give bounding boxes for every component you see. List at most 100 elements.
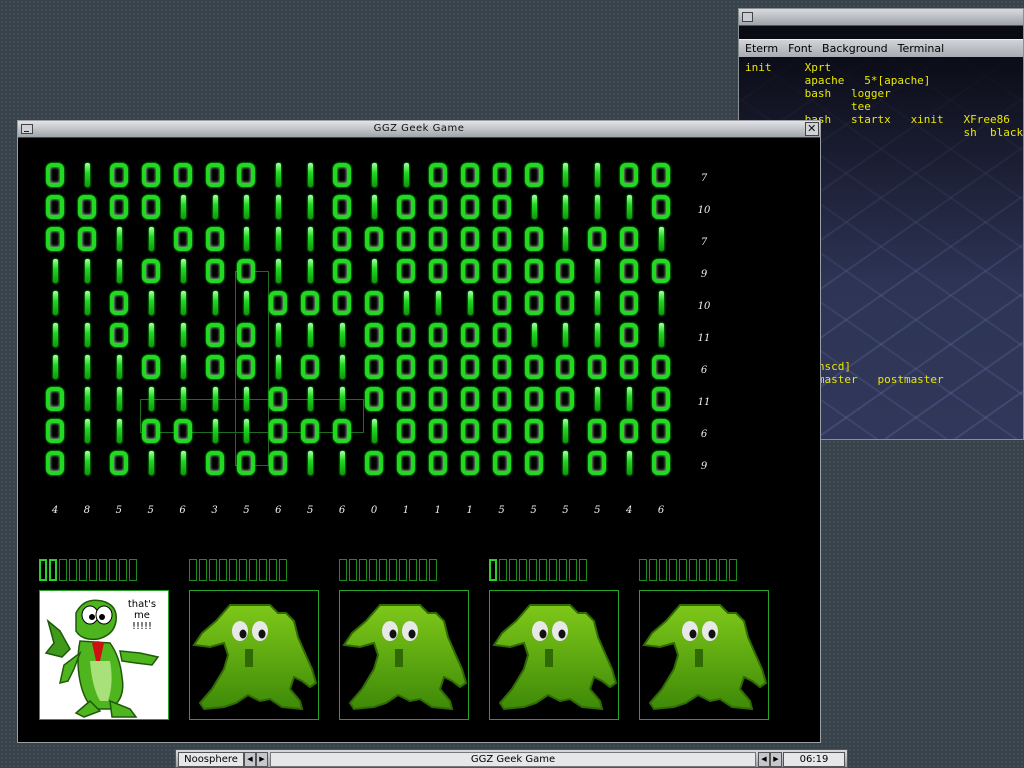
bit-one-cell[interactable] — [308, 163, 314, 187]
bit-zero-cell[interactable] — [396, 195, 415, 219]
bit-one-cell[interactable] — [372, 163, 377, 187]
bit-one-cell[interactable] — [116, 387, 122, 411]
bit-one-cell[interactable] — [563, 419, 569, 443]
bit-one-cell[interactable] — [595, 259, 601, 283]
bit-one-cell[interactable] — [595, 291, 601, 315]
bit-zero-cell[interactable] — [205, 355, 224, 379]
bit-zero-cell[interactable] — [524, 163, 543, 187]
bit-one-cell[interactable] — [148, 387, 154, 411]
bit-zero-cell[interactable] — [524, 387, 543, 411]
bit-one-cell[interactable] — [340, 323, 346, 347]
bit-one-cell[interactable] — [595, 163, 601, 187]
bit-zero-cell[interactable] — [556, 387, 575, 411]
bit-zero-cell[interactable] — [365, 355, 383, 379]
bit-one-cell[interactable] — [563, 195, 569, 219]
bit-one-cell[interactable] — [340, 355, 346, 379]
bit-one-cell[interactable] — [84, 387, 90, 411]
bit-one-cell[interactable] — [84, 419, 90, 443]
menu-font[interactable]: Font — [782, 40, 816, 55]
bit-zero-cell[interactable] — [460, 259, 479, 283]
bit-zero-cell[interactable] — [460, 163, 479, 187]
bit-zero-cell[interactable] — [460, 451, 479, 475]
terminal-window-icon[interactable] — [742, 12, 753, 22]
bit-zero-cell[interactable] — [333, 163, 352, 187]
bit-zero-cell[interactable] — [109, 195, 128, 219]
bit-zero-cell[interactable] — [333, 291, 352, 315]
player-slot[interactable]: that's me!!!!! — [39, 590, 169, 720]
bit-zero-cell[interactable] — [333, 195, 352, 219]
bit-zero-cell[interactable] — [492, 419, 511, 443]
bit-zero-cell[interactable] — [269, 451, 288, 475]
bit-one-cell[interactable] — [595, 195, 601, 219]
bit-one-cell[interactable] — [659, 291, 665, 315]
bit-zero-cell[interactable] — [141, 259, 160, 283]
bit-zero-cell[interactable] — [396, 419, 415, 443]
bit-one-cell[interactable] — [340, 387, 346, 411]
bit-zero-cell[interactable] — [460, 419, 479, 443]
bit-zero-cell[interactable] — [492, 195, 511, 219]
bit-zero-cell[interactable] — [396, 387, 415, 411]
bit-zero-cell[interactable] — [365, 451, 383, 475]
bit-zero-cell[interactable] — [524, 227, 543, 251]
bit-one-cell[interactable] — [212, 387, 218, 411]
menu-background[interactable]: Background — [816, 40, 892, 55]
bit-zero-cell[interactable] — [46, 419, 64, 443]
bit-zero-cell[interactable] — [556, 355, 575, 379]
bit-one-cell[interactable] — [53, 355, 58, 379]
bit-one-cell[interactable] — [148, 323, 154, 347]
bit-one-cell[interactable] — [627, 451, 633, 475]
workspace-next-arrow-icon[interactable]: ▶ — [256, 752, 268, 767]
bit-zero-cell[interactable] — [173, 163, 192, 187]
bit-zero-cell[interactable] — [652, 387, 671, 411]
bit-one-cell[interactable] — [180, 195, 186, 219]
bit-zero-cell[interactable] — [237, 163, 256, 187]
bit-one-cell[interactable] — [403, 291, 409, 315]
task-button[interactable]: GGZ Geek Game — [270, 752, 756, 767]
bit-zero-cell[interactable] — [524, 451, 543, 475]
bit-one-cell[interactable] — [308, 195, 314, 219]
bit-one-cell[interactable] — [148, 451, 154, 475]
bit-one-cell[interactable] — [563, 451, 569, 475]
bit-one-cell[interactable] — [116, 355, 122, 379]
bit-zero-cell[interactable] — [652, 419, 671, 443]
player-slot[interactable] — [189, 590, 319, 720]
bit-one-cell[interactable] — [148, 227, 154, 251]
bit-zero-cell[interactable] — [396, 451, 415, 475]
player-slot[interactable] — [339, 590, 469, 720]
bit-zero-cell[interactable] — [492, 291, 511, 315]
bit-zero-cell[interactable] — [652, 163, 671, 187]
bit-zero-cell[interactable] — [620, 259, 639, 283]
bit-zero-cell[interactable] — [365, 323, 383, 347]
bit-one-cell[interactable] — [308, 323, 314, 347]
bit-zero-cell[interactable] — [301, 291, 320, 315]
bit-zero-cell[interactable] — [428, 323, 447, 347]
window-prev-arrow-icon[interactable]: ◀ — [758, 752, 770, 767]
bit-one-cell[interactable] — [340, 451, 346, 475]
bit-one-cell[interactable] — [563, 163, 569, 187]
bit-one-cell[interactable] — [244, 195, 250, 219]
bit-one-cell[interactable] — [403, 163, 409, 187]
bit-zero-cell[interactable] — [46, 387, 64, 411]
bit-one-cell[interactable] — [659, 227, 665, 251]
bit-one-cell[interactable] — [563, 323, 569, 347]
bit-zero-cell[interactable] — [141, 355, 160, 379]
bit-zero-cell[interactable] — [109, 163, 128, 187]
bit-zero-cell[interactable] — [492, 227, 511, 251]
bit-zero-cell[interactable] — [269, 419, 288, 443]
bit-one-cell[interactable] — [180, 259, 186, 283]
bit-zero-cell[interactable] — [428, 163, 447, 187]
bit-zero-cell[interactable] — [205, 227, 224, 251]
bit-zero-cell[interactable] — [46, 195, 64, 219]
game-titlebar[interactable]: GGZ Geek Game ✕ — [18, 121, 820, 138]
bit-one-cell[interactable] — [276, 259, 282, 283]
workspace-name[interactable]: Noosphere — [178, 752, 244, 767]
bit-zero-cell[interactable] — [428, 355, 447, 379]
bit-one-cell[interactable] — [627, 387, 633, 411]
bit-zero-cell[interactable] — [556, 259, 575, 283]
bit-one-cell[interactable] — [467, 291, 473, 315]
bit-zero-cell[interactable] — [524, 419, 543, 443]
bit-zero-cell[interactable] — [109, 451, 128, 475]
bit-one-cell[interactable] — [308, 451, 314, 475]
bit-zero-cell[interactable] — [237, 259, 256, 283]
bit-zero-cell[interactable] — [365, 291, 383, 315]
